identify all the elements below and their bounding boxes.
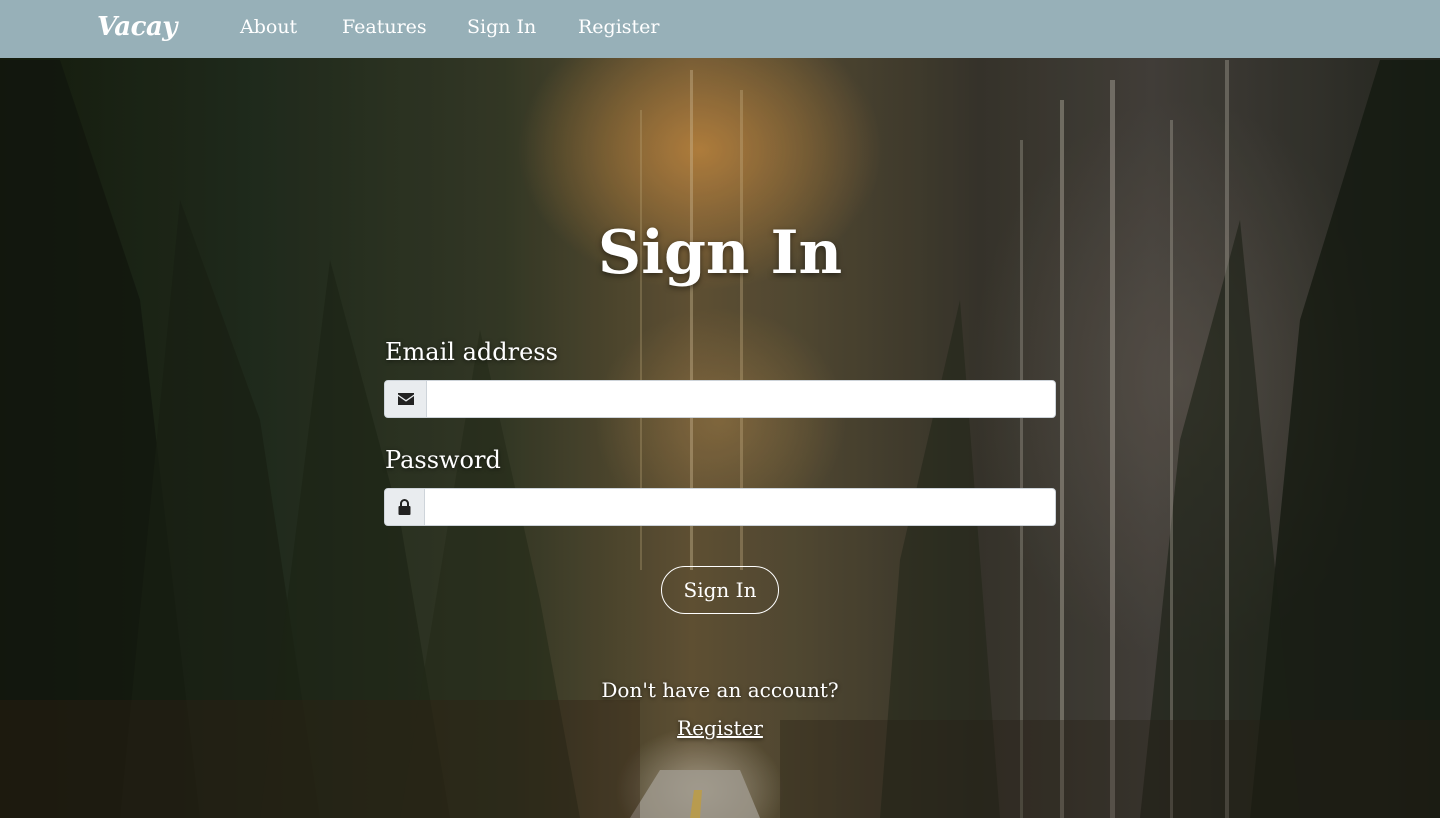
password-label: Password [385,446,501,474]
nav-link-register[interactable]: Register [578,16,660,38]
top-navbar: Vacay About Features Sign In Register [0,0,1440,58]
nav-link-features[interactable]: Features [342,16,427,38]
email-field[interactable] [427,381,1055,417]
nav-link-about[interactable]: About [240,16,297,38]
email-input-group [384,380,1056,418]
register-link[interactable]: Register [677,716,763,740]
email-label: Email address [385,338,558,366]
lock-icon [385,489,425,525]
envelope-icon [385,381,427,417]
brand-logo[interactable]: Vacay [97,12,177,42]
nav-link-sign-in[interactable]: Sign In [467,16,536,38]
sign-in-button[interactable]: Sign In [661,566,779,614]
page-title: Sign In [597,218,843,288]
password-field[interactable] [425,489,1055,525]
password-input-group [384,488,1056,526]
no-account-text: Don't have an account? [601,678,839,702]
register-link-container: Register [0,716,1440,740]
